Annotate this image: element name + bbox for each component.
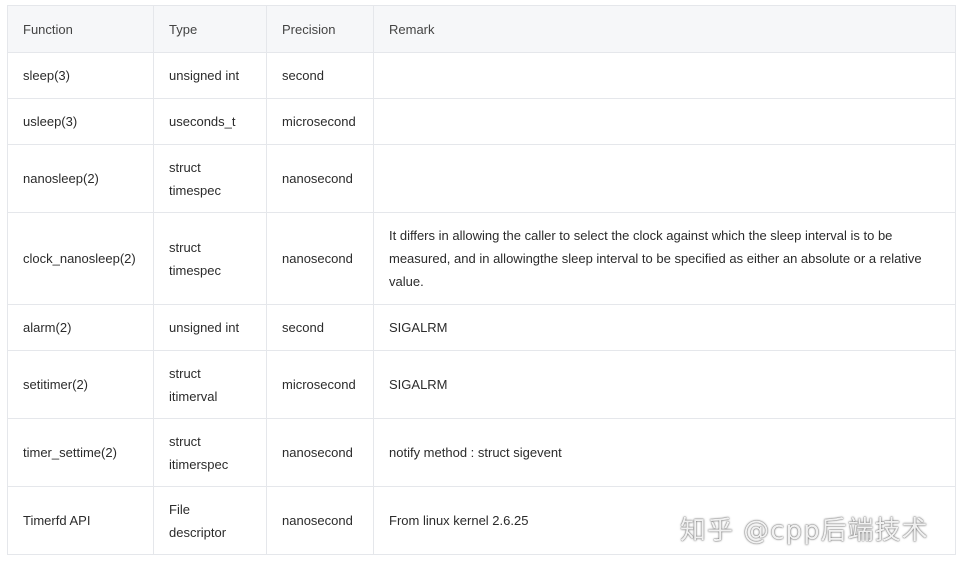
table-row: setitimer(2) struct itimerval microsecon…: [7, 350, 956, 419]
cell-type-line: timespec: [169, 262, 222, 278]
cell-type-line: timespec: [169, 182, 222, 198]
table-row: alarm(2) unsigned int second SIGALRM: [7, 304, 956, 351]
cell-remark: [373, 98, 956, 145]
cell-precision: microsecond: [266, 98, 374, 145]
cell-precision: nanosecond: [266, 212, 374, 305]
cell-type-line: descriptor: [169, 524, 227, 540]
table-row: clock_nanosleep(2) struct timespec nanos…: [7, 212, 956, 305]
cell-precision: nanosecond: [266, 144, 374, 213]
header-precision: Precision: [266, 5, 374, 53]
cell-function: nanosleep(2): [7, 144, 154, 213]
cell-type: useconds_t: [153, 98, 267, 145]
cell-type-line: struct: [169, 239, 201, 255]
timer-functions-table-container: Function Type Precision Remark sleep(3) …: [7, 5, 956, 555]
cell-type: File descriptor: [153, 486, 267, 555]
cell-type: struct itimerval: [153, 350, 267, 419]
cell-type-line: itimerval: [169, 388, 218, 404]
watermark: 知乎 @cpp后端技术: [680, 516, 929, 546]
table-row: nanosleep(2) struct timespec nanosecond: [7, 144, 956, 213]
cell-type-line: itimerspec: [169, 456, 229, 472]
cell-function: setitimer(2): [7, 350, 154, 419]
cell-type-line: struct: [169, 365, 201, 381]
cell-type: unsigned int: [153, 52, 267, 99]
cell-remark: SIGALRM: [373, 304, 956, 351]
cell-function: sleep(3): [7, 52, 154, 99]
cell-type-line: struct: [169, 159, 201, 175]
table-row: sleep(3) unsigned int second: [7, 52, 956, 99]
timer-functions-table: Function Type Precision Remark sleep(3) …: [7, 5, 956, 555]
cell-type: struct timespec: [153, 212, 267, 305]
header-remark: Remark: [373, 5, 956, 53]
cell-precision: second: [266, 52, 374, 99]
cell-precision: nanosecond: [266, 486, 374, 555]
cell-type-line: struct: [169, 433, 201, 449]
table-row: timer_settime(2) struct itimerspec nanos…: [7, 418, 956, 487]
cell-remark: notify method : struct sigevent: [373, 418, 956, 487]
cell-type: struct itimerspec: [153, 418, 267, 487]
cell-remark: It differs in allowing the caller to sel…: [373, 212, 956, 305]
header-function: Function: [7, 5, 154, 53]
cell-function: alarm(2): [7, 304, 154, 351]
cell-function: timer_settime(2): [7, 418, 154, 487]
header-type: Type: [153, 5, 267, 53]
cell-function: clock_nanosleep(2): [7, 212, 154, 305]
cell-precision: nanosecond: [266, 418, 374, 487]
cell-function: usleep(3): [7, 98, 154, 145]
cell-precision: second: [266, 304, 374, 351]
cell-remark: SIGALRM: [373, 350, 956, 419]
table-header-row: Function Type Precision Remark: [7, 5, 956, 53]
cell-type-line: File: [169, 501, 190, 517]
cell-remark: [373, 52, 956, 99]
cell-precision: microsecond: [266, 350, 374, 419]
cell-type: unsigned int: [153, 304, 267, 351]
cell-function: Timerfd API: [7, 486, 154, 555]
cell-type: struct timespec: [153, 144, 267, 213]
table-row: usleep(3) useconds_t microsecond: [7, 98, 956, 145]
cell-remark: [373, 144, 956, 213]
